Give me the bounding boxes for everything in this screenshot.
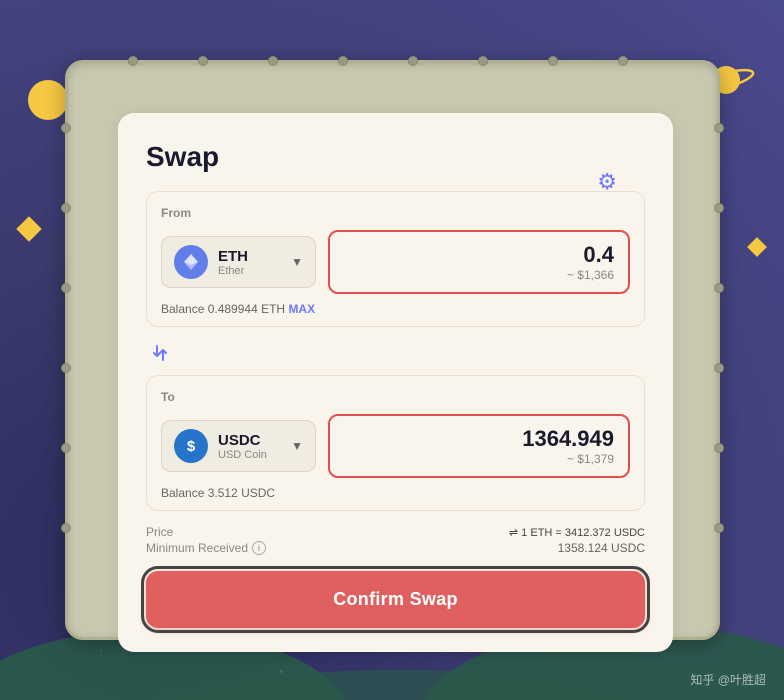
yellow-circle-decoration	[28, 80, 68, 120]
from-token-name: Ether	[218, 265, 248, 277]
panel-dot	[408, 56, 418, 66]
page-title: Swap	[146, 141, 219, 172]
main-panel: Swap ⚙ From ETH Ether ▼ 0.4	[65, 60, 720, 640]
to-balance: Balance 3.512 USDC	[161, 486, 630, 500]
to-label: To	[161, 390, 630, 404]
to-section: To $ USDC USD Coin ▼ 1364.949 ~ $1,379	[146, 375, 645, 511]
to-amount-box: 1364.949 ~ $1,379	[328, 414, 630, 478]
settings-icon[interactable]: ⚙	[597, 169, 617, 195]
from-amount-usd: ~ $1,366	[344, 268, 614, 282]
confirm-swap-button[interactable]: Confirm Swap	[146, 571, 645, 628]
panel-dot	[268, 56, 278, 66]
panel-dot	[61, 363, 71, 373]
swap-direction	[146, 335, 645, 371]
max-button[interactable]: MAX	[288, 302, 315, 316]
from-chevron-icon: ▼	[291, 255, 303, 269]
panel-dot	[548, 56, 558, 66]
from-token-selector[interactable]: ETH Ether ▼	[161, 236, 316, 288]
to-token-name: USD Coin	[218, 449, 267, 461]
panel-dot	[338, 56, 348, 66]
panel-dot	[714, 283, 724, 293]
panel-dot	[198, 56, 208, 66]
to-chevron-icon: ▼	[291, 439, 303, 453]
swap-arrows-button[interactable]	[146, 339, 174, 367]
panel-dot	[618, 56, 628, 66]
from-amount-value: 0.4	[344, 242, 614, 268]
price-value: ⇌ 1 ETH = 3412.372 USDC	[509, 526, 645, 539]
to-token-selector[interactable]: $ USDC USD Coin ▼	[161, 420, 316, 472]
panel-dot	[128, 56, 138, 66]
swap-card: Swap ⚙ From ETH Ether ▼ 0.4	[118, 113, 673, 652]
minimum-received-label: Minimum Received i	[146, 541, 266, 555]
panel-dot	[714, 203, 724, 213]
from-amount-box[interactable]: 0.4 ~ $1,366	[328, 230, 630, 294]
minimum-received-value: 1358.124 USDC	[558, 541, 645, 555]
panel-dot	[61, 203, 71, 213]
minimum-received-row: Minimum Received i 1358.124 USDC	[146, 541, 645, 561]
from-balance: Balance 0.489944 ETH MAX	[161, 302, 630, 316]
panel-dot	[478, 56, 488, 66]
panel-dot	[714, 443, 724, 453]
minimum-received-info-icon[interactable]: i	[252, 541, 266, 555]
panel-dot	[61, 443, 71, 453]
to-token-symbol: USDC	[218, 432, 267, 449]
to-amount-usd: ~ $1,379	[344, 452, 614, 466]
panel-dot	[714, 123, 724, 133]
from-token-info: ETH Ether	[218, 248, 248, 277]
to-amount-value: 1364.949	[344, 426, 614, 452]
watermark: 知乎 @叶胜超	[690, 671, 766, 688]
from-section: From ETH Ether ▼ 0.4 ~ $1,366	[146, 191, 645, 327]
to-token-info: USDC USD Coin	[218, 432, 267, 461]
panel-dot	[714, 523, 724, 533]
panel-dot	[61, 123, 71, 133]
usdc-icon: $	[174, 429, 208, 463]
eth-icon	[174, 245, 208, 279]
price-info-row: Price ⇌ 1 ETH = 3412.372 USDC	[146, 519, 645, 541]
panel-dot	[61, 283, 71, 293]
from-token-symbol: ETH	[218, 248, 248, 265]
from-label: From	[161, 206, 630, 220]
price-label: Price	[146, 525, 173, 539]
panel-dot	[714, 363, 724, 373]
panel-dot	[61, 523, 71, 533]
